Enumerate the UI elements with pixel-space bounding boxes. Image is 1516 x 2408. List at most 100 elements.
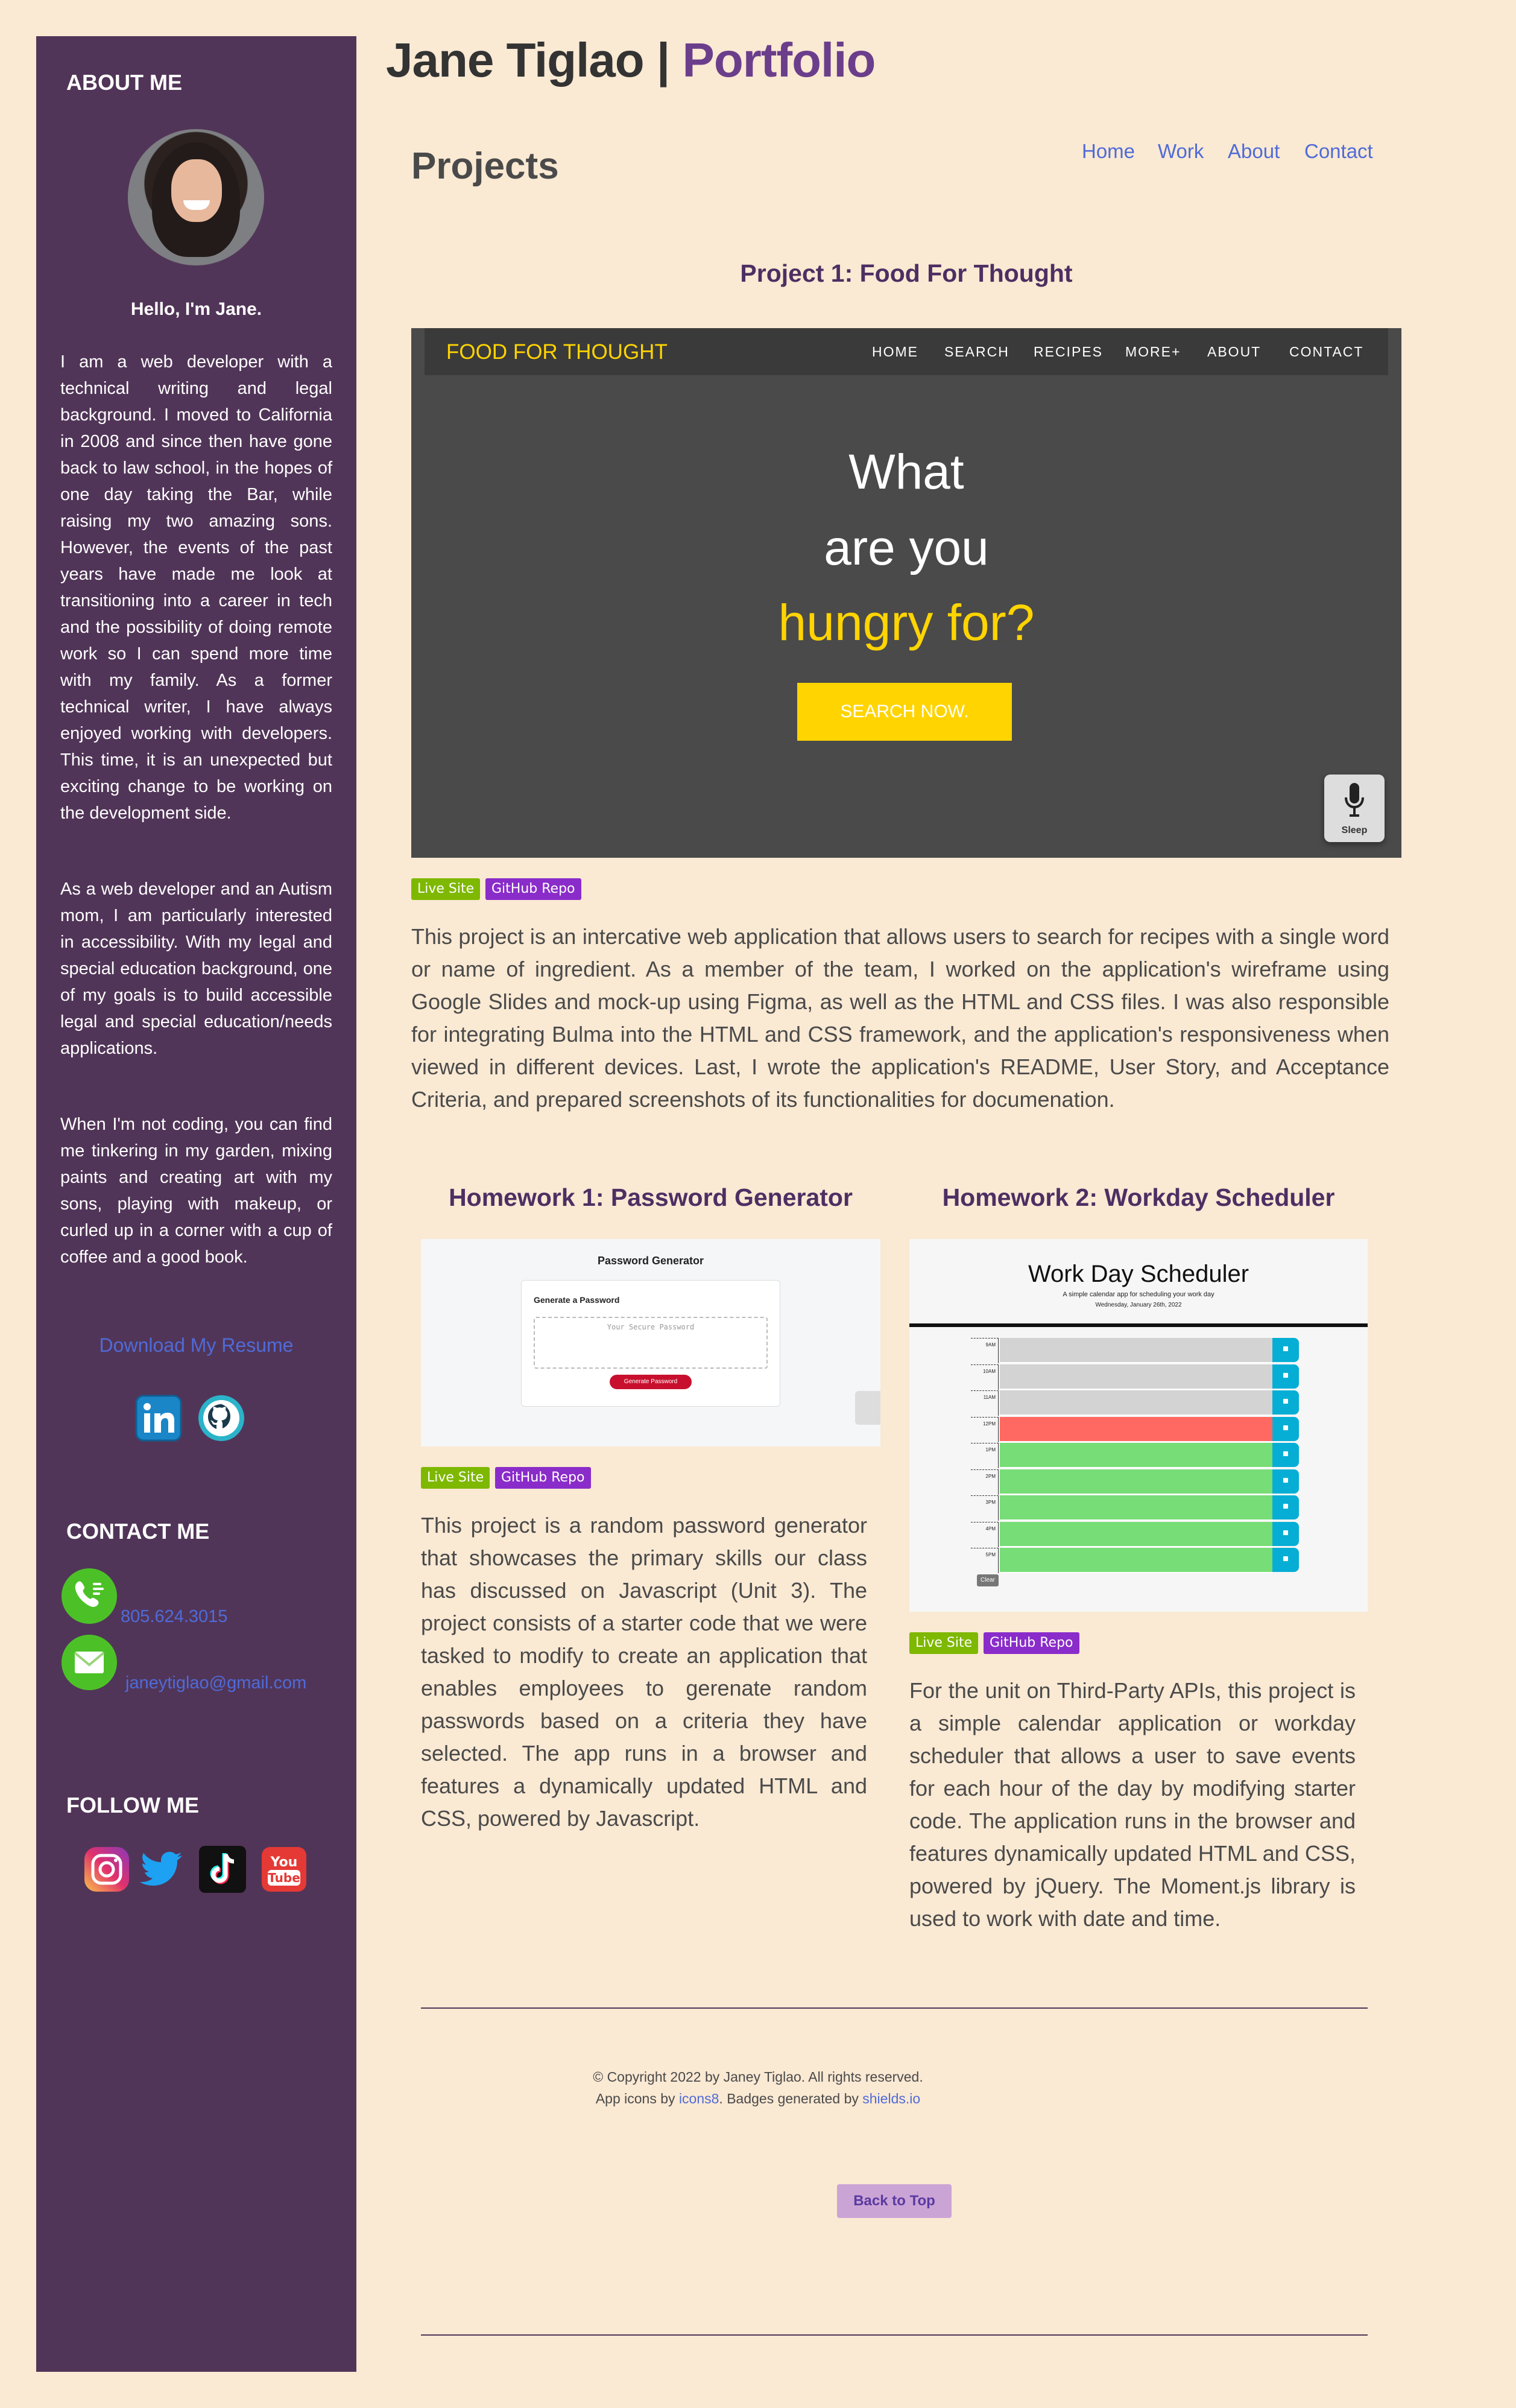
download-resume-link[interactable]: Download My Resume bbox=[36, 1334, 356, 1357]
ws-timeblock: 10AM bbox=[971, 1364, 1299, 1390]
ws-save-button bbox=[1272, 1338, 1299, 1362]
credits: App icons by icons8. Badges generated by… bbox=[595, 2091, 921, 2106]
mic-widget: Sleep bbox=[1324, 775, 1385, 842]
live-site-badge[interactable]: Live Site bbox=[909, 1632, 979, 1654]
sidebar: ABOUT ME Hello, I'm Jane. I am a web dev… bbox=[36, 36, 356, 2372]
mic-widget bbox=[855, 1391, 880, 1425]
homework1-screenshot[interactable]: Password Generator Generate a Password Y… bbox=[421, 1239, 880, 1446]
back-to-top-button[interactable]: Back to Top bbox=[837, 2184, 952, 2218]
bio-paragraph: When I'm not coding, you can find me tin… bbox=[60, 1115, 332, 1267]
project1-title: Project 1: Food For Thought bbox=[740, 259, 1073, 287]
lock-icon bbox=[1283, 1504, 1288, 1509]
ws-hour-label: 2PM bbox=[971, 1469, 999, 1495]
section-title: Projects bbox=[411, 145, 559, 187]
pg-generate-button: Generate Password bbox=[610, 1375, 692, 1389]
nav-contact[interactable]: Contact bbox=[1304, 140, 1373, 163]
phone-icon bbox=[62, 1568, 117, 1624]
divider bbox=[421, 2007, 1368, 2009]
ws-hour-label: 5PM bbox=[971, 1548, 999, 1573]
nav-about[interactable]: About bbox=[1228, 140, 1280, 163]
search-now-button: SEARCH NOW. bbox=[797, 683, 1012, 741]
hero-line: hungry for? bbox=[778, 594, 1035, 651]
contact-heading: CONTACT ME bbox=[66, 1519, 210, 1544]
pg-card-title: Generate a Password bbox=[534, 1295, 620, 1305]
twitter-icon[interactable] bbox=[137, 1845, 187, 1894]
email-link[interactable]: janeytiglao@gmail.com bbox=[125, 1673, 306, 1693]
github-icon[interactable] bbox=[197, 1393, 246, 1443]
screenshot-menu-item: RECIPES bbox=[1034, 344, 1103, 360]
ws-hour-label: 9AM bbox=[971, 1338, 999, 1363]
ws-hour-label: 10AM bbox=[971, 1364, 999, 1390]
nav-work[interactable]: Work bbox=[1158, 140, 1204, 163]
ws-hour-label: 11AM bbox=[971, 1390, 999, 1416]
lock-icon bbox=[1283, 1556, 1288, 1561]
project1-description: This project is an intercative web appli… bbox=[411, 924, 1389, 1112]
follow-heading: FOLLOW ME bbox=[66, 1793, 199, 1817]
ws-date: Wednesday, January 26th, 2022 bbox=[1095, 1302, 1182, 1308]
ws-text-area bbox=[1000, 1443, 1272, 1468]
divider bbox=[421, 2334, 1368, 2336]
lock-icon bbox=[1283, 1346, 1288, 1351]
lock-icon bbox=[1283, 1451, 1288, 1456]
ws-text-area bbox=[1000, 1338, 1272, 1363]
ws-save-button bbox=[1272, 1548, 1299, 1572]
ws-hour-label: 1PM bbox=[971, 1443, 999, 1468]
ws-clear-button: Clear bbox=[977, 1574, 999, 1586]
ws-save-button bbox=[1272, 1416, 1299, 1441]
microphone-icon bbox=[1345, 783, 1364, 817]
bio-paragraph: I am a web developer with a technical wr… bbox=[60, 352, 332, 823]
pg-output: Your Secure Password bbox=[534, 1317, 768, 1369]
project1-screenshot[interactable]: FOOD FOR THOUGHT HOME SEARCH RECIPES MOR… bbox=[411, 328, 1401, 858]
ws-timeblock: 5PM bbox=[971, 1548, 1299, 1573]
live-site-badge[interactable]: Live Site bbox=[411, 878, 481, 900]
ws-tagline: A simple calendar app for scheduling you… bbox=[1063, 1291, 1214, 1298]
lock-icon bbox=[1283, 1372, 1288, 1378]
ws-hour-label: 4PM bbox=[971, 1521, 999, 1547]
homework2-description: For the unit on Third-Party APIs, this p… bbox=[909, 1678, 1356, 1931]
lock-icon bbox=[1283, 1530, 1288, 1535]
ws-timeblock: 2PM bbox=[971, 1469, 1299, 1495]
page-title: Jane Tiglao | Portfolio bbox=[386, 33, 876, 87]
tiktok-icon[interactable] bbox=[198, 1845, 247, 1894]
ws-hour-label: 3PM bbox=[971, 1495, 999, 1521]
email-icon bbox=[62, 1635, 117, 1690]
linkedin-icon[interactable] bbox=[134, 1393, 183, 1443]
ws-timeblock: 4PM bbox=[971, 1521, 1299, 1547]
screenshot-menu-item: CONTACT bbox=[1289, 344, 1364, 360]
phone-link[interactable]: 805.624.3015 bbox=[121, 1607, 227, 1627]
ws-timeblock: 1PM bbox=[971, 1443, 1299, 1468]
about-heading: ABOUT ME bbox=[66, 70, 182, 95]
ws-save-button bbox=[1272, 1495, 1299, 1519]
live-site-badge[interactable]: Live Site bbox=[421, 1467, 490, 1489]
greeting: Hello, I'm Jane. bbox=[130, 299, 262, 319]
screenshot-menu-item: ABOUT bbox=[1207, 344, 1262, 360]
nav-home[interactable]: Home bbox=[1082, 140, 1135, 163]
icons8-link[interactable]: icons8 bbox=[679, 2091, 719, 2106]
homework1-title: Homework 1: Password Generator bbox=[449, 1183, 853, 1211]
ws-heading: Work Day Scheduler bbox=[1028, 1261, 1249, 1287]
svg-text:You: You bbox=[270, 1855, 298, 1870]
ws-text-area bbox=[1000, 1521, 1272, 1547]
ws-text-area bbox=[1000, 1495, 1272, 1521]
shields-link[interactable]: shields.io bbox=[862, 2091, 920, 2106]
ws-save-button bbox=[1272, 1469, 1299, 1494]
screenshot-menu-item: SEARCH bbox=[944, 344, 1009, 360]
mic-label: Sleep bbox=[1341, 825, 1368, 835]
lock-icon bbox=[1283, 1477, 1288, 1483]
homework2-screenshot[interactable]: Work Day Scheduler A simple calendar app… bbox=[909, 1239, 1368, 1612]
ws-save-button bbox=[1272, 1443, 1299, 1467]
hero-line: are you bbox=[824, 521, 989, 575]
youtube-icon[interactable]: You Tube bbox=[259, 1845, 309, 1894]
ws-timeblock: 9AM bbox=[971, 1338, 1299, 1363]
screenshot-navbar: FOOD FOR THOUGHT HOME SEARCH RECIPES MOR… bbox=[425, 328, 1388, 375]
ws-save-button bbox=[1272, 1390, 1299, 1415]
homework2-title: Homework 2: Workday Scheduler bbox=[942, 1183, 1335, 1211]
pg-heading: Password Generator bbox=[597, 1255, 704, 1267]
instagram-icon[interactable] bbox=[82, 1845, 131, 1894]
svg-text:Tube: Tube bbox=[268, 1871, 300, 1885]
github-repo-badge[interactable]: GitHub Repo bbox=[984, 1632, 1079, 1654]
github-repo-badge[interactable]: GitHub Repo bbox=[485, 878, 581, 900]
bio-paragraph: As a web developer and an Autism mom, I … bbox=[60, 879, 332, 1058]
pg-placeholder: Your Secure Password bbox=[607, 1323, 695, 1331]
github-repo-badge[interactable]: GitHub Repo bbox=[495, 1467, 591, 1489]
